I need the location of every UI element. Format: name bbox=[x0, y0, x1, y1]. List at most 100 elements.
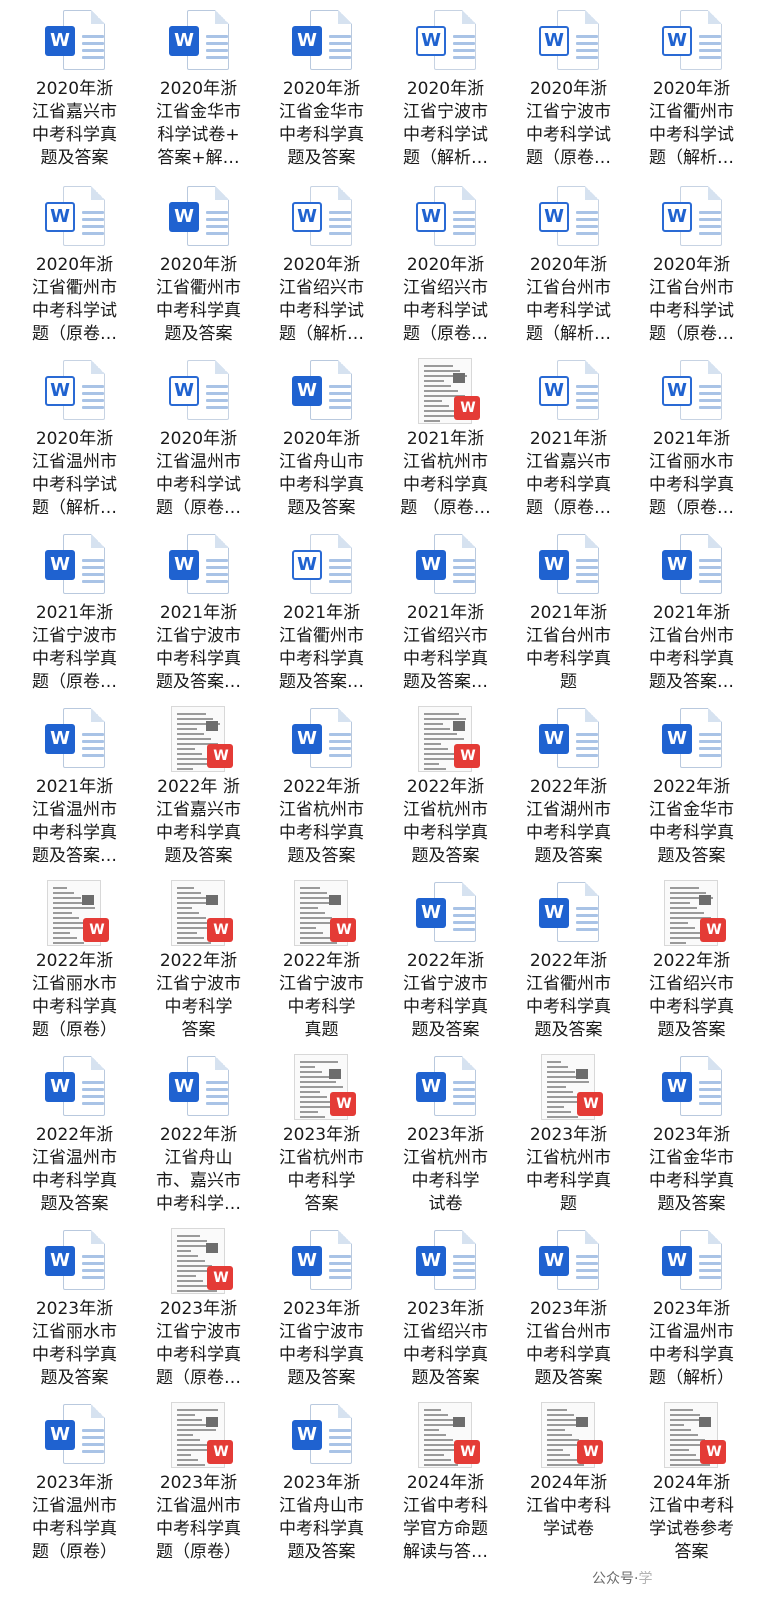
file-item[interactable]: W 2022年浙 江省衢州市 中考科学真 题及答案 bbox=[507, 876, 630, 1050]
word-file-icon: W bbox=[539, 1230, 599, 1290]
word-badge-icon: W bbox=[45, 1246, 75, 1276]
file-item[interactable]: W 2023年浙 江省杭州市 中考科学 答案 bbox=[260, 1050, 383, 1224]
word-file-icon: W bbox=[416, 10, 476, 70]
file-name: 2020年浙 江省衢州市 中考科学试 题（原卷… bbox=[13, 254, 136, 346]
file-name-line: 江省金华市 bbox=[649, 800, 734, 820]
word-badge-icon: W bbox=[662, 26, 692, 56]
file-item[interactable]: W 2020年浙 江省舟山市 中考科学真 题及答案 bbox=[260, 354, 383, 528]
file-name: 2020年浙 江省衢州市 中考科学试 题（解析… bbox=[630, 78, 753, 170]
file-name-line: 2024年浙 bbox=[406, 1473, 485, 1493]
file-name: 2020年浙 江省绍兴市 中考科学试 题（原卷… bbox=[384, 254, 507, 346]
file-item[interactable]: W 2021年浙 江省丽水市 中考科学真 题（原卷… bbox=[630, 354, 753, 528]
file-name: 2022年浙 江省温州市 中考科学真 题及答案 bbox=[13, 1124, 136, 1216]
file-item[interactable]: W 2023年浙 江省温州市 中考科学真 题（解析） bbox=[630, 1224, 753, 1398]
file-item[interactable]: W 2020年浙 江省温州市 中考科学试 题（解析… bbox=[13, 354, 136, 528]
word-document-icon: W bbox=[286, 8, 358, 74]
file-item[interactable]: W 2022年 浙江省嘉兴市 中考科学真 题及答案 bbox=[137, 702, 260, 876]
file-name: 2023年浙 江省温州市 中考科学真 题（原卷） bbox=[13, 1472, 136, 1564]
pdf-thumbnail-icon: W bbox=[39, 880, 111, 946]
file-name: 2020年浙 江省舟山市 中考科学真 题及答案 bbox=[260, 428, 383, 520]
file-name-line: 中考科学真 bbox=[649, 475, 734, 495]
file-name: 2020年浙 江省金华市 中考科学真 题及答案 bbox=[260, 78, 383, 170]
file-item[interactable]: W 2024年浙 江省中考科 学试卷参考 答案 bbox=[630, 1398, 753, 1572]
file-item[interactable]: W 2021年浙 江省绍兴市 中考科学真 题及答案… bbox=[384, 528, 507, 702]
file-item[interactable]: W 2022年浙 江省舟山 市、嘉兴市 中考科学… bbox=[137, 1050, 260, 1224]
word-document-icon: W bbox=[656, 358, 728, 424]
file-name-line: 中考科学真 bbox=[279, 1345, 364, 1365]
file-item[interactable]: W 2020年浙 江省衢州市 中考科学试 题（解析… bbox=[630, 4, 753, 178]
file-item[interactable]: W 2020年浙 江省温州市 中考科学试 题（原卷… bbox=[137, 354, 260, 528]
file-name-line: 题及答案 bbox=[40, 1368, 109, 1388]
word-badge-icon: W bbox=[539, 26, 569, 56]
file-name-line: 2021年浙 bbox=[35, 603, 114, 623]
file-name-line: 中考科学真 bbox=[649, 1171, 734, 1191]
file-item[interactable]: W 2021年浙 江省温州市 中考科学真 题及答案… bbox=[13, 702, 136, 876]
file-item[interactable]: W 2023年浙 江省杭州市 中考科学 试卷 bbox=[384, 1050, 507, 1224]
file-name: 2024年浙 江省中考科 学官方命题 解读与答… bbox=[384, 1472, 507, 1564]
file-item[interactable]: W 2020年浙 江省金华市 科学试卷+ 答案+解… bbox=[137, 4, 260, 178]
word-document-icon: W bbox=[163, 358, 235, 424]
file-item[interactable]: W 2021年浙 江省嘉兴市 中考科学真 题（原卷… bbox=[507, 354, 630, 528]
file-name-line: 2020年浙 bbox=[406, 255, 485, 275]
file-item[interactable]: W 2020年浙 江省金华市 中考科学真 题及答案 bbox=[260, 4, 383, 178]
file-item[interactable]: W 2022年浙 江省温州市 中考科学真 题及答案 bbox=[13, 1050, 136, 1224]
file-name-line: 题及答案 bbox=[411, 1368, 480, 1388]
file-name-line: 中考科学试 bbox=[403, 301, 488, 321]
file-item[interactable]: W 2020年浙 江省宁波市 中考科学试 题（解析… bbox=[384, 4, 507, 178]
file-name: 2022年浙 江省宁波市 中考科学 答案 bbox=[137, 950, 260, 1042]
file-item[interactable]: W 2023年浙 江省丽水市 中考科学真 题及答案 bbox=[13, 1224, 136, 1398]
file-name: 2023年浙 江省金华市 中考科学真 题及答案 bbox=[630, 1124, 753, 1216]
wps-pdf-icon: W bbox=[454, 1440, 480, 1464]
file-item[interactable]: W 2024年浙 江省中考科 学试卷 bbox=[507, 1398, 630, 1572]
file-item[interactable]: W 2023年浙 江省金华市 中考科学真 题及答案 bbox=[630, 1050, 753, 1224]
file-item[interactable]: W 2023年浙 江省宁波市 中考科学真 题及答案 bbox=[260, 1224, 383, 1398]
file-item[interactable]: W 2021年浙 江省衢州市 中考科学真 题及答案… bbox=[260, 528, 383, 702]
file-item[interactable]: W 2023年浙 江省杭州市 中考科学真题 bbox=[507, 1050, 630, 1224]
file-name: 2024年浙 江省中考科 学试卷参考 答案 bbox=[630, 1472, 753, 1564]
file-item[interactable]: W 2021年浙 江省宁波市 中考科学真 题（原卷… bbox=[13, 528, 136, 702]
file-item[interactable]: W 2022年浙 江省宁波市 中考科学 真题 bbox=[260, 876, 383, 1050]
file-item[interactable]: W 2024年浙 江省中考科 学官方命题 解读与答… bbox=[384, 1398, 507, 1572]
file-item[interactable]: W 2020年浙 江省台州市 中考科学试 题（原卷… bbox=[630, 180, 753, 354]
file-item[interactable]: W 2021年浙 江省台州市 中考科学真题 bbox=[507, 528, 630, 702]
file-item[interactable]: W 2021年浙 江省宁波市 中考科学真 题及答案… bbox=[137, 528, 260, 702]
file-item[interactable]: W 2020年浙 江省衢州市 中考科学真 题及答案 bbox=[137, 180, 260, 354]
file-item[interactable]: W 2023年浙 江省温州市 中考科学真 题（原卷） bbox=[13, 1398, 136, 1572]
file-item[interactable]: W 2023年浙 江省宁波市 中考科学真 题（原卷… bbox=[137, 1224, 260, 1398]
file-item[interactable]: W 2022年浙 江省杭州市 中考科学真 题及答案 bbox=[260, 702, 383, 876]
file-item[interactable]: W 2022年浙 江省宁波市 中考科学 答案 bbox=[137, 876, 260, 1050]
file-name-line: 题及答案… bbox=[32, 846, 117, 866]
file-item[interactable]: W 2022年浙 江省杭州市 中考科学真 题及答案 bbox=[384, 702, 507, 876]
word-file-icon: W bbox=[662, 360, 722, 420]
file-name: 2022年浙 江省金华市 中考科学真 题及答案 bbox=[630, 776, 753, 868]
file-item[interactable]: W 2021年浙 江省台州市 中考科学真 题及答案… bbox=[630, 528, 753, 702]
file-name-line: 中考科学真 bbox=[403, 823, 488, 843]
file-item[interactable]: W 2020年浙 江省台州市 中考科学试 题（解析… bbox=[507, 180, 630, 354]
file-item[interactable]: W 2021年浙 江省杭州市 中考科学真题 （原卷… bbox=[384, 354, 507, 528]
file-item[interactable]: W 2023年浙 江省温州市 中考科学真 题（原卷） bbox=[137, 1398, 260, 1572]
word-badge-icon: W bbox=[169, 26, 199, 56]
file-item[interactable]: W 2022年浙 江省金华市 中考科学真 题及答案 bbox=[630, 702, 753, 876]
file-item[interactable]: W 2023年浙 江省舟山市 中考科学真 题及答案 bbox=[260, 1398, 383, 1572]
file-item[interactable]: W 2020年浙 江省绍兴市 中考科学试 题（原卷… bbox=[384, 180, 507, 354]
file-name-line: 中考科学真 bbox=[156, 1519, 241, 1539]
file-name-line: 2023年浙 bbox=[406, 1299, 485, 1319]
file-item[interactable]: W 2022年浙 江省湖州市 中考科学真 题及答案 bbox=[507, 702, 630, 876]
file-name-line: 题及答案 bbox=[287, 1368, 356, 1388]
file-item[interactable]: W 2020年浙 江省嘉兴市 中考科学真 题及答案 bbox=[13, 4, 136, 178]
file-item[interactable]: W 2023年浙 江省台州市 中考科学真 题及答案 bbox=[507, 1224, 630, 1398]
file-item[interactable]: W 2022年浙 江省绍兴市 中考科学真 题及答案 bbox=[630, 876, 753, 1050]
file-name-line: 中考科学真 bbox=[156, 301, 241, 321]
file-item[interactable]: W 2022年浙 江省丽水市 中考科学真 题（原卷） bbox=[13, 876, 136, 1050]
file-name-line: 题 （原卷… bbox=[400, 498, 491, 518]
file-item[interactable]: W 2022年浙 江省宁波市 中考科学真 题及答案 bbox=[384, 876, 507, 1050]
file-item[interactable]: W 2020年浙 江省宁波市 中考科学试 题（原卷… bbox=[507, 4, 630, 178]
file-name-line: 学官方命题 bbox=[403, 1519, 488, 1539]
file-item[interactable]: W 2020年浙 江省衢州市 中考科学试 题（原卷… bbox=[13, 180, 136, 354]
file-item[interactable]: W 2020年浙 江省绍兴市 中考科学试 题（解析… bbox=[260, 180, 383, 354]
file-item[interactable]: W 2023年浙 江省绍兴市 中考科学真 题及答案 bbox=[384, 1224, 507, 1398]
file-name-line: 题（原卷… bbox=[649, 498, 734, 518]
word-badge-icon: W bbox=[45, 1072, 75, 1102]
file-name-line: 中考科学 bbox=[287, 1171, 356, 1191]
file-name-line: 江省宁波市 bbox=[403, 102, 488, 122]
